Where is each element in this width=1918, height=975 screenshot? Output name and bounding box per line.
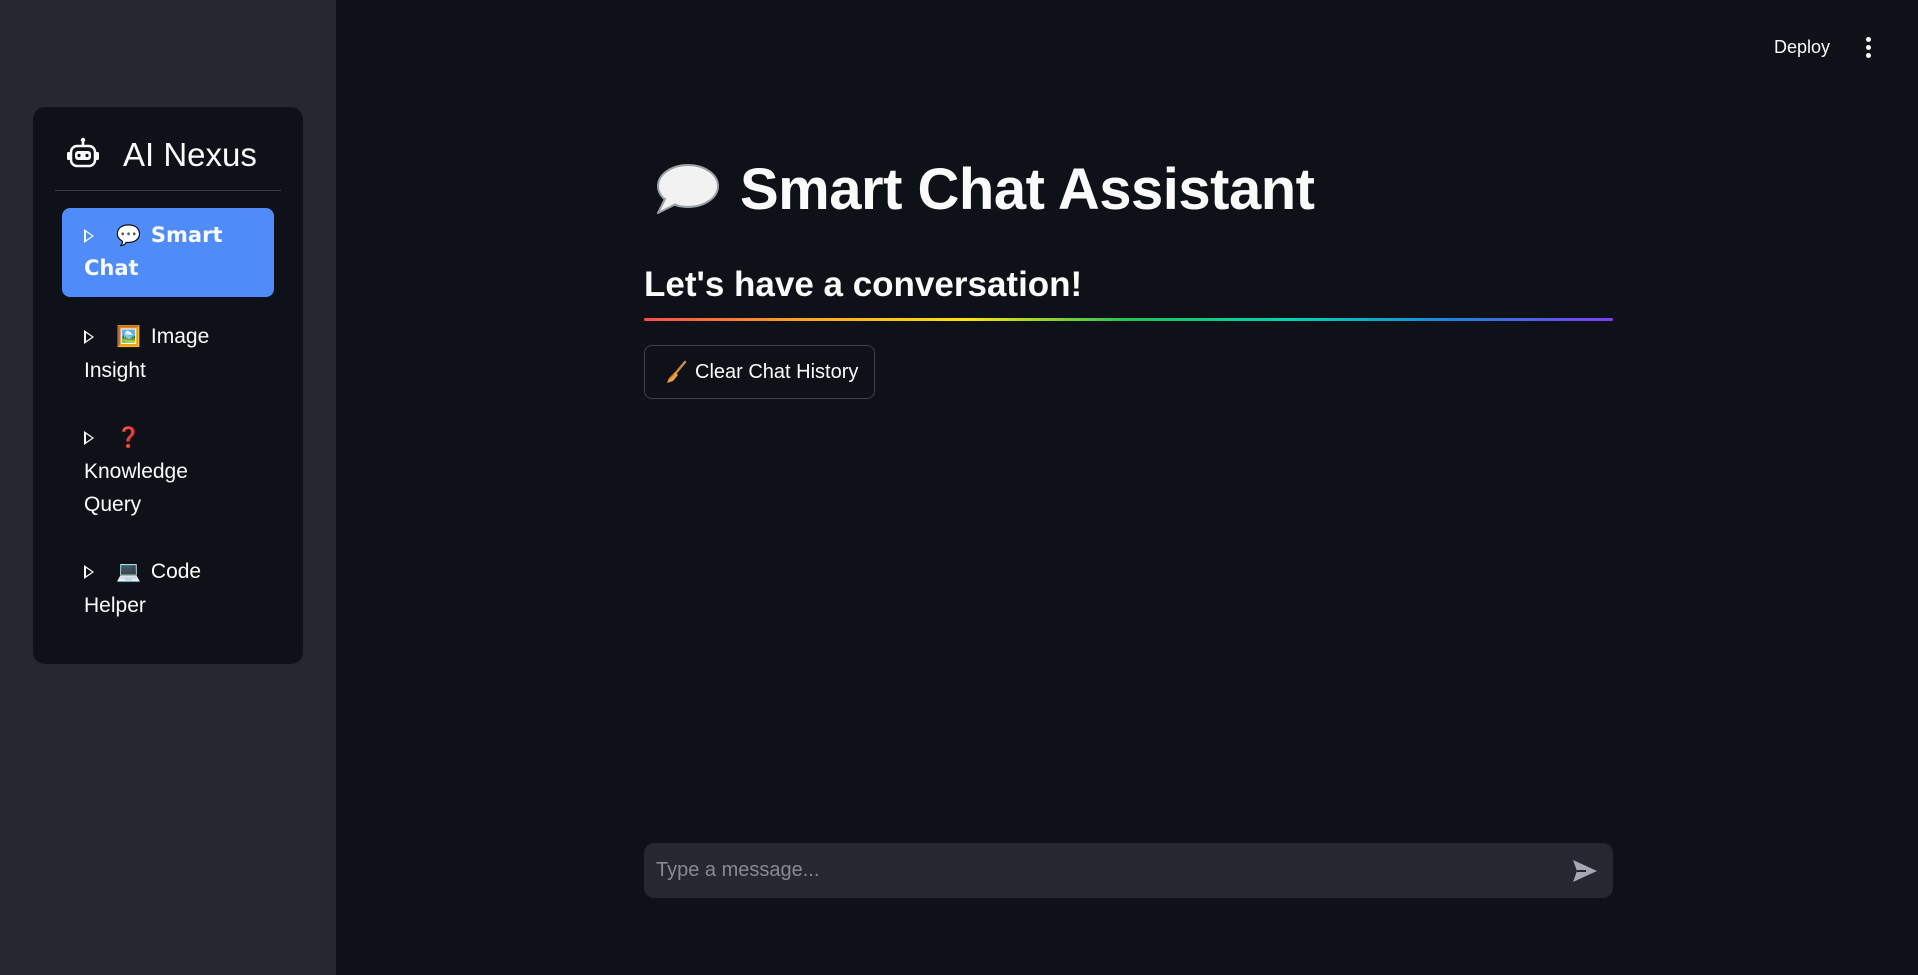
rainbow-divider [644, 318, 1613, 321]
send-icon[interactable] [1570, 856, 1600, 886]
sidebar-item-knowledge-query[interactable]: ❓ Knowledge Query [62, 410, 212, 533]
page-title: Smart Chat Assistant [740, 157, 1315, 222]
chevron-right-icon [84, 229, 94, 243]
chevron-right-icon [84, 565, 94, 579]
subheader: Let's have a conversation! [644, 265, 1083, 304]
clear-chat-history-button[interactable]: Clear Chat History [644, 345, 876, 399]
sidebar-item-code-helper[interactable]: 💻 Code Helper [62, 544, 262, 634]
broom-icon [667, 360, 687, 383]
chevron-right-icon [84, 330, 94, 344]
laptop-icon: 💻 [116, 561, 141, 583]
kebab-menu-icon[interactable] [1858, 34, 1878, 60]
brand: AI Nexus [55, 131, 281, 191]
speech-bubble-icon: 💬 [116, 223, 141, 247]
sidebar-item-image-insight[interactable]: 🖼️ Image Insight [62, 309, 262, 399]
clear-chat-history-label: Clear Chat History [695, 360, 859, 383]
question-mark-icon: ❓ [116, 427, 141, 449]
main-content: Smart Chat Assistant Let's have a conver… [644, 0, 1613, 975]
chat-input-container [644, 843, 1613, 898]
framed-picture-icon: 🖼️ [116, 326, 141, 348]
deploy-button[interactable]: Deploy [1764, 30, 1840, 64]
robot-icon [67, 137, 99, 168]
sidebar-item-label: Image Insight [84, 325, 210, 382]
sidebar-item-label: Code Helper [84, 560, 202, 617]
sidebar-item-label: Knowledge Query [84, 460, 188, 516]
page-title-row: Smart Chat Assistant [652, 152, 1315, 228]
sidebar-item-smart-chat[interactable]: 💬 Smart Chat [62, 208, 274, 297]
speech-bubble-icon [657, 164, 719, 214]
chevron-right-icon [84, 431, 94, 445]
brand-title: AI Nexus [123, 136, 257, 173]
app-root: AI Nexus 💬 Smart Chat 🖼️ Image Insight ❓ Kn… [0, 0, 1918, 975]
sidebar: AI Nexus 💬 Smart Chat 🖼️ Image Insight ❓ Kn… [0, 0, 336, 975]
sidebar-nav-card: AI Nexus 💬 Smart Chat 🖼️ Image Insight ❓ Kn… [33, 107, 303, 664]
sidebar-item-label: Smart Chat [84, 223, 223, 280]
chat-message-input[interactable] [644, 843, 1570, 898]
